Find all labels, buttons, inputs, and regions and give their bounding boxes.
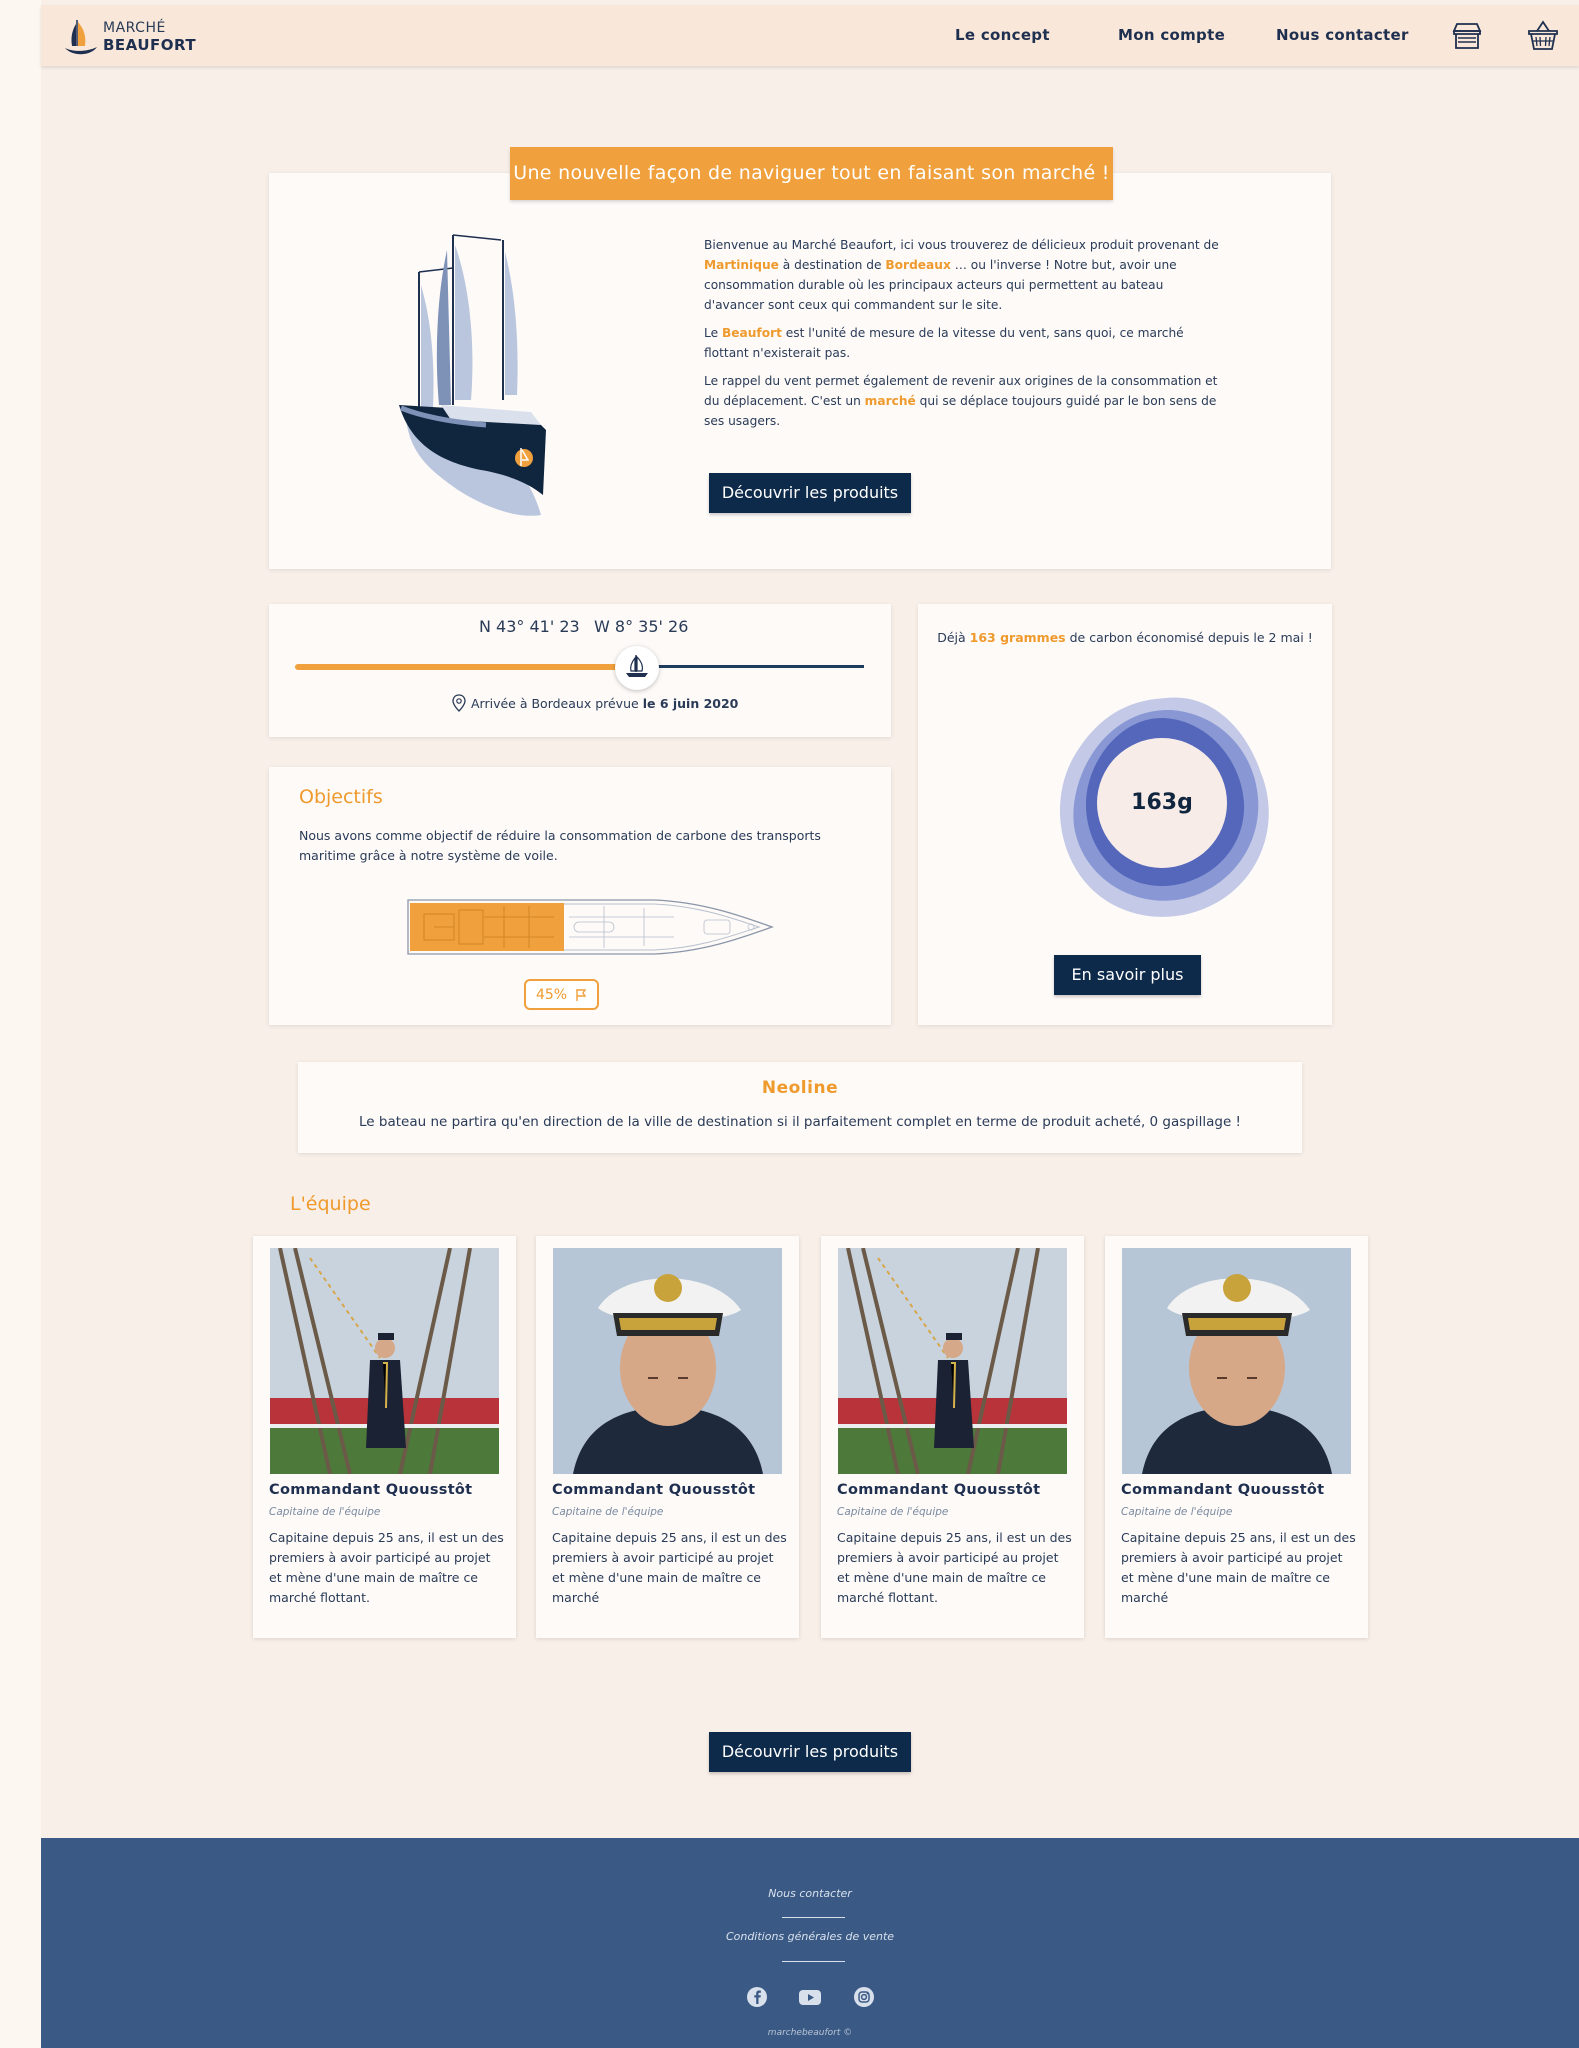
team-member-role: Capitaine de l'équipe	[269, 1506, 381, 1518]
discover-products-button[interactable]: Découvrir les produits	[709, 473, 911, 513]
hl-martinique: Martinique	[704, 258, 779, 272]
hl-bordeaux: Bordeaux	[885, 258, 951, 272]
neoline-card	[298, 1062, 1302, 1153]
flag-icon	[576, 988, 587, 1001]
location-pin-icon	[452, 694, 466, 712]
nav-nous-contacter[interactable]: Nous contacter	[1276, 26, 1409, 44]
carbon-saved-text: Déjà 163 grammes de carbon économisé dep…	[918, 630, 1332, 645]
site-footer	[41, 1838, 1579, 2048]
team-member-name: Commandant Quousstôt	[269, 1482, 473, 1498]
team-member-card: Commandant Quousstôt Capitaine de l'équi…	[253, 1236, 516, 1638]
footer-copyright: marchebeaufort ©	[767, 2028, 853, 2038]
carbon-grams-highlight: 163 grammes	[969, 630, 1066, 645]
route-progress-boat-marker[interactable]	[615, 646, 659, 690]
learn-more-button[interactable]: En savoir plus	[1054, 955, 1201, 995]
facebook-icon[interactable]	[745, 1985, 769, 2009]
logo[interactable]: MARCHÉ BEAUFORT	[63, 15, 196, 59]
objective-percent: 45%	[535, 986, 568, 1003]
team-member-photo	[1122, 1248, 1351, 1474]
objectives-text: Nous avons comme objectif de réduire la …	[299, 828, 821, 863]
neoline-title: Neoline	[761, 1078, 839, 1098]
boat-deck-plan-progress	[407, 899, 774, 955]
carbon-text-b: de carbon économisé depuis le 2 mai !	[1065, 630, 1313, 645]
objectives-title: Objectifs	[299, 786, 383, 808]
carbon-text-a: Déjà	[937, 630, 970, 645]
carbon-value: 163g	[1097, 738, 1227, 868]
youtube-icon[interactable]	[798, 1985, 822, 2009]
discover-products-bottom-button[interactable]: Découvrir les produits	[709, 1732, 911, 1772]
team-member-photo	[553, 1248, 782, 1474]
footer-cgv-link[interactable]: Conditions générales de vente	[41, 1930, 1579, 1943]
latitude-text: N 43° 41' 23	[479, 617, 580, 636]
route-progress-remaining	[633, 665, 864, 668]
hero-p1-text: Bienvenue au Marché Beaufort, ici vous t…	[704, 238, 1219, 252]
neoline-text: Le bateau ne partira qu'en direction de …	[359, 1114, 1241, 1130]
footer-contact-link[interactable]: Nous contacter	[41, 1887, 1579, 1900]
route-progress-done	[295, 664, 633, 670]
hero-banner: Une nouvelle façon de naviguer tout en f…	[510, 147, 1113, 200]
team-member-card: Commandant Quousstôt Capitaine de l'équi…	[536, 1236, 799, 1638]
team-member-name: Commandant Quousstôt	[837, 1482, 1041, 1498]
team-member-role: Capitaine de l'équipe	[1121, 1506, 1233, 1518]
hl-beaufort: Beaufort	[721, 326, 782, 340]
arrival-text: Arrivée à Bordeaux prévue	[471, 695, 639, 711]
longitude-text: W 8° 35' 26	[594, 617, 689, 636]
team-member-name: Commandant Quousstôt	[1121, 1482, 1325, 1498]
team-member-description: Capitaine depuis 25 ans, il est un des p…	[269, 1530, 504, 1605]
logo-top-text: MARCHÉ	[103, 20, 166, 36]
team-member-card: Commandant Quousstôt Capitaine de l'équi…	[1105, 1236, 1368, 1638]
team-member-card: Commandant Quousstôt Capitaine de l'équi…	[821, 1236, 1084, 1638]
basket-icon[interactable]	[1526, 19, 1560, 53]
page: MARCHÉ BEAUFORT Le concept Mon compte No…	[41, 0, 1579, 2048]
nav-le-concept[interactable]: Le concept	[955, 26, 1050, 44]
team-member-role: Capitaine de l'équipe	[552, 1506, 664, 1518]
sailing-ship-illustration	[399, 234, 546, 516]
footer-separator	[782, 1961, 845, 1962]
sailboat-logo-icon	[65, 20, 97, 55]
instagram-icon[interactable]	[852, 1985, 876, 2009]
hero-intro-text: Bienvenue au Marché Beaufort, ici vous t…	[704, 235, 1224, 439]
team-title: L'équipe	[290, 1193, 371, 1215]
arrival-date: le 6 juin 2020	[642, 695, 739, 711]
team-member-description: Capitaine depuis 25 ans, il est un des p…	[1121, 1530, 1356, 1605]
team-member-name: Commandant Quousstôt	[552, 1482, 756, 1498]
store-icon[interactable]	[1450, 19, 1484, 53]
team-member-description: Capitaine depuis 25 ans, il est un des p…	[552, 1530, 787, 1605]
team-member-photo	[838, 1248, 1067, 1474]
nav-mon-compte[interactable]: Mon compte	[1118, 26, 1225, 44]
hero-p2-text: Le	[704, 326, 722, 340]
route-card	[269, 604, 891, 737]
hero-p1-text-b: à destination de	[778, 258, 886, 272]
team-member-description: Capitaine depuis 25 ans, il est un des p…	[837, 1530, 1072, 1605]
arrival-info: Arrivée à Bordeaux prévue le 6 juin 2020	[451, 694, 738, 712]
team-member-role: Capitaine de l'équipe	[837, 1506, 949, 1518]
site-header: MARCHÉ BEAUFORT Le concept Mon compte No…	[41, 5, 1579, 66]
hl-marche: marché	[864, 394, 916, 408]
team-member-photo	[270, 1248, 499, 1474]
logo-bottom-text: BEAUFORT	[103, 36, 197, 54]
footer-separator	[782, 1917, 845, 1918]
objective-percent-badge: 45%	[524, 979, 599, 1010]
sailboat-icon	[626, 655, 648, 677]
